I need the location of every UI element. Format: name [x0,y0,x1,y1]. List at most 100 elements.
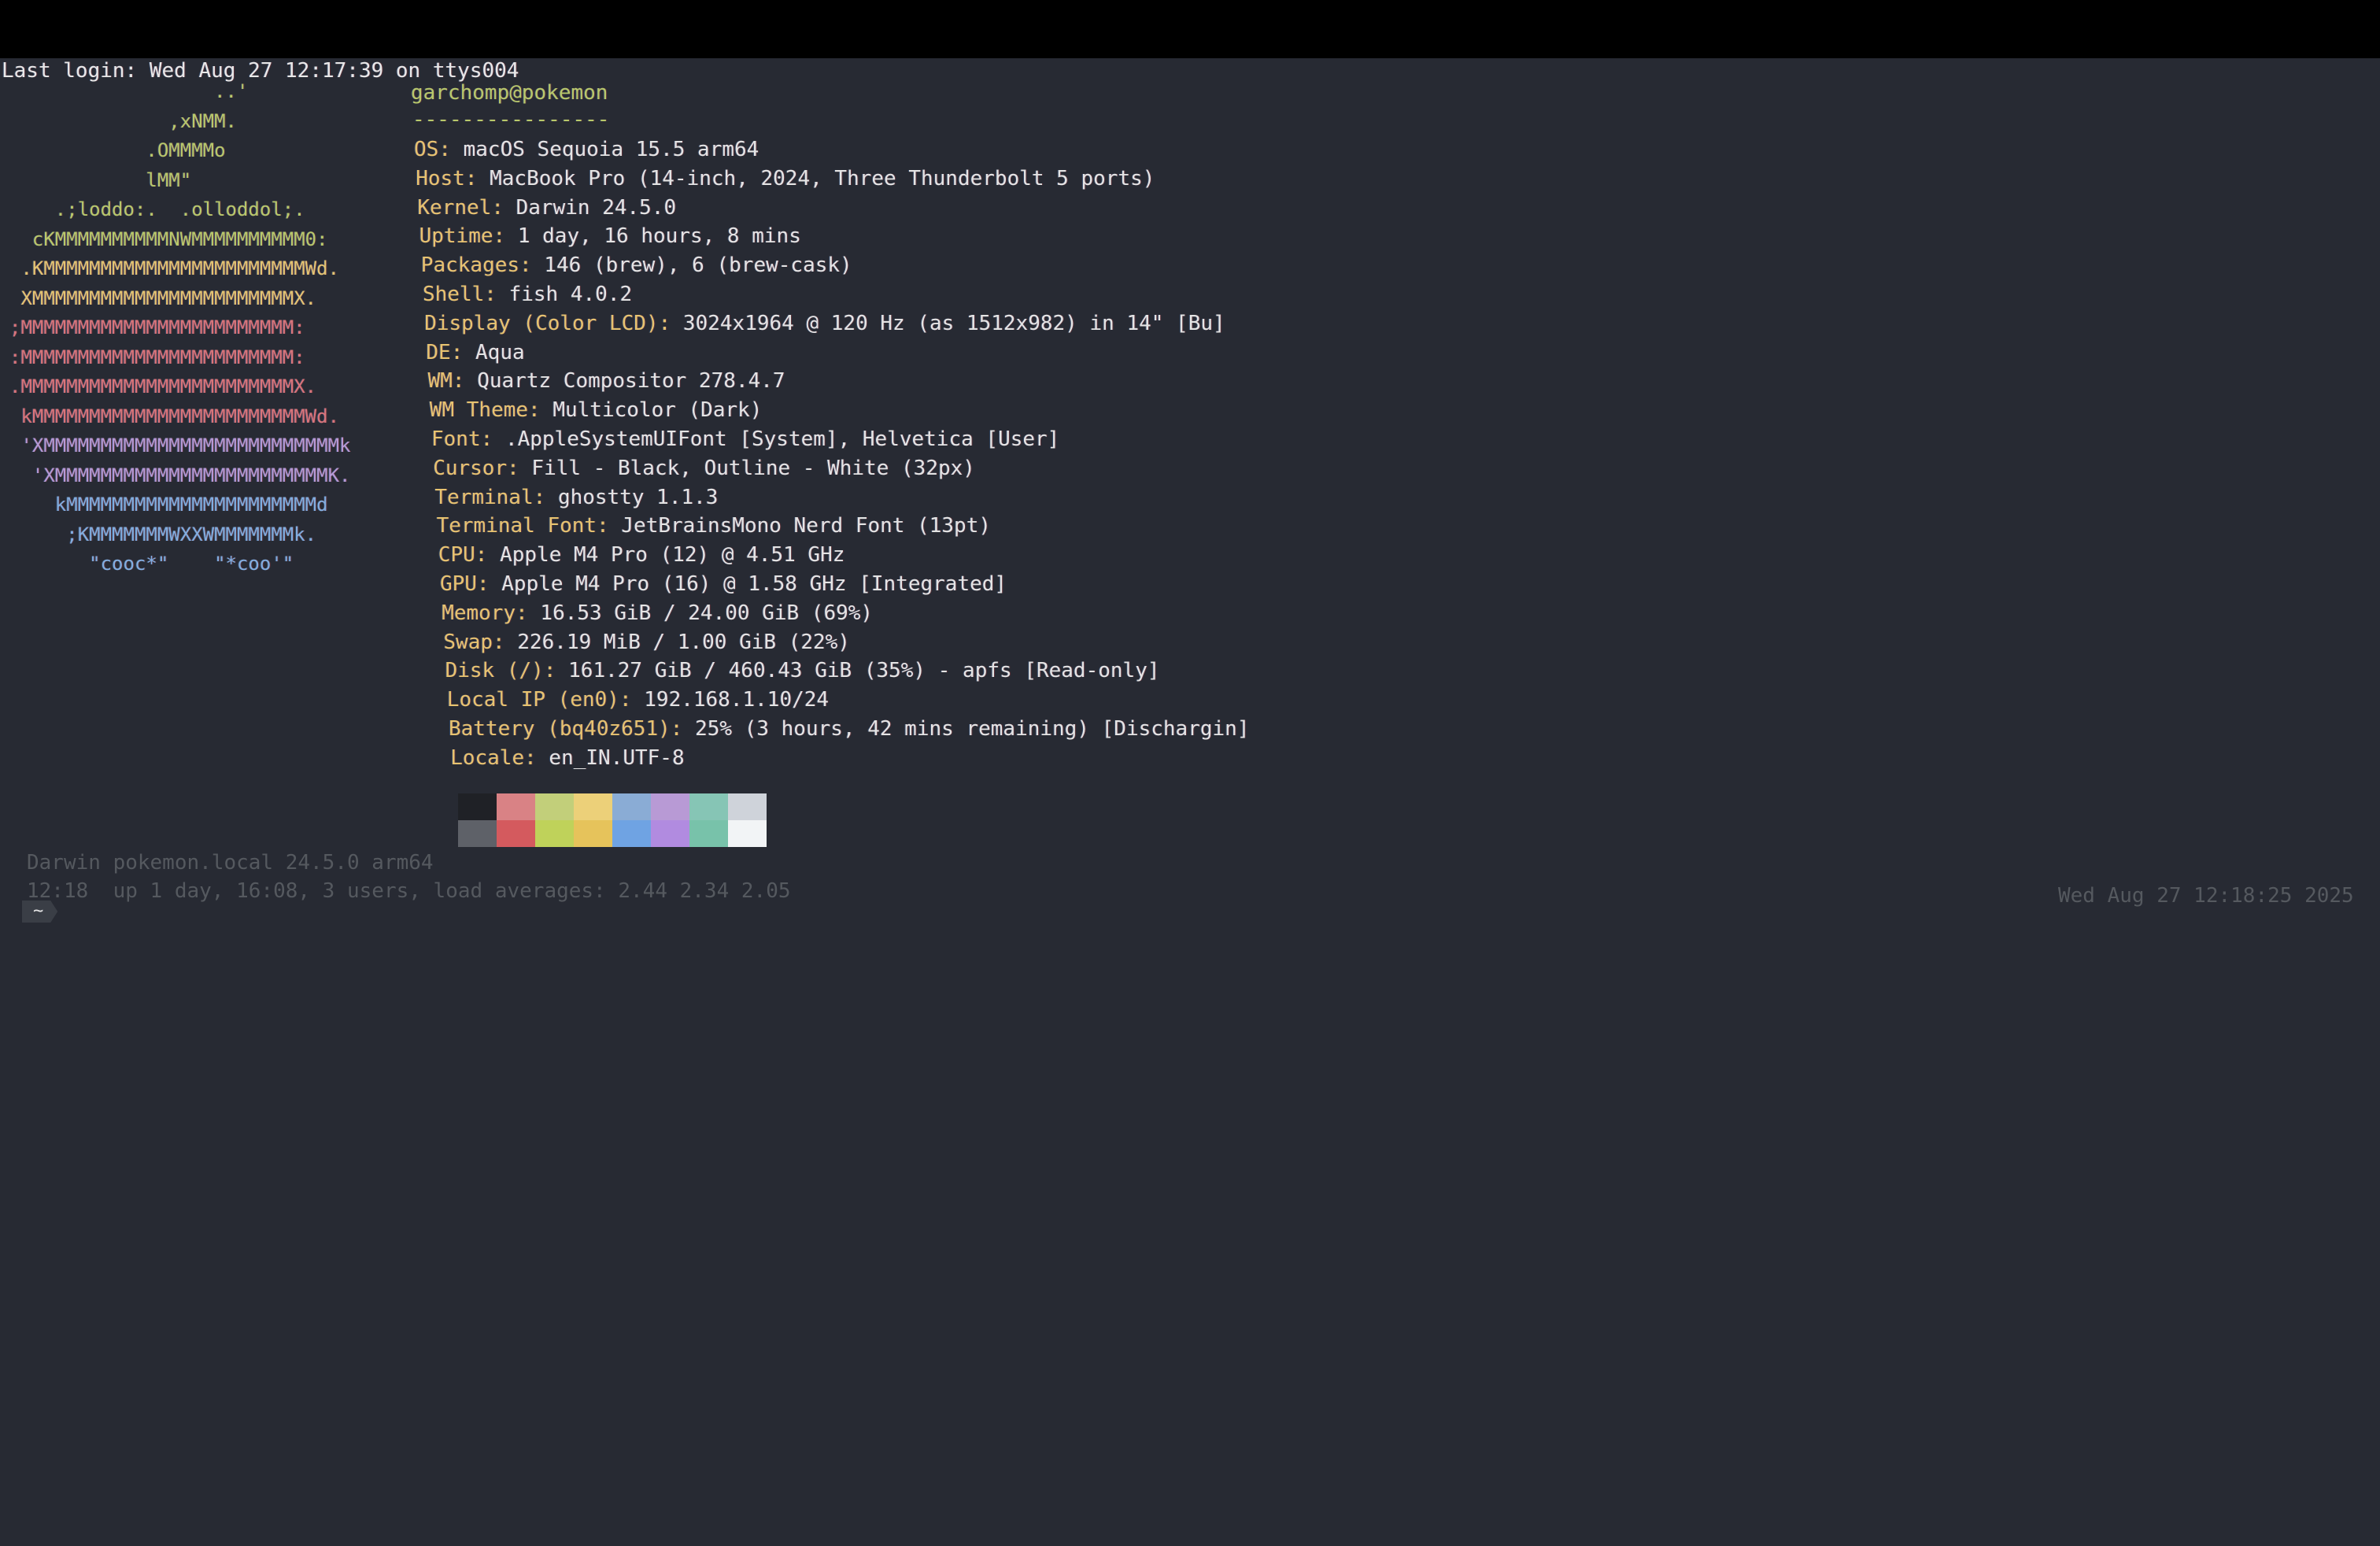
info-key: Cursor [433,456,508,480]
info-value: 146 (brew), 6 (brew-cask) [544,253,852,278]
info-key: Local IP (en0) [446,688,619,712]
info-value: en_IN.UTF-8 [549,745,685,770]
info-key: Packages [420,253,520,278]
info-value: Fill - Black, Outline - White (32px) [531,456,975,480]
info-field: Font: .AppleSystemUIFont [System], Helve… [431,427,1059,452]
info-field: Packages: 146 (brew), 6 (brew-cask) [421,253,852,278]
info-key: CPU [438,543,475,568]
info-field: WM Theme: Multicolor (Dark) [430,398,763,423]
info-field: Uptime: 1 day, 16 hours, 8 mins [419,224,801,249]
logo-row: ;KMMMMMMMWXXWMMMMMMMk. [9,523,317,546]
info-value: 192.168.1.10/24 [644,688,830,712]
info-value: 25% (3 hours, 42 mins remaining) [Discha… [695,717,1250,741]
shell-prompt[interactable]: ~ [22,901,58,923]
info-value: macOS Sequoia 15.5 arm64 [463,138,759,161]
info-field: Disk (/): 161.27 GiB / 460.43 GiB (35%) … [445,658,1160,683]
info-colon: : [491,195,516,220]
info-colon: : [464,166,490,190]
info-value: MacBook Pro (14-inch, 2024, Three Thunde… [490,166,1155,190]
info-field: Swap: 226.19 MiB / 1.00 GiB (22%) [443,630,850,655]
info-colon: : [597,514,622,538]
separator-line: ---------------- [412,107,609,132]
palette-swatch [689,793,728,820]
info-key: GPU [440,572,477,596]
logo-row: .MMMMMMMMMMMMMMMMMMMMMMMMX. [9,375,317,398]
info-key: Host [416,166,465,190]
prompt-directory: ~ [33,901,44,921]
info-key: Uptime [419,224,493,249]
info-colon: : [452,369,478,394]
info-value: Darwin 24.5.0 [516,195,677,220]
info-value: fish 4.0.2 [508,283,633,306]
info-value: Apple M4 Pro (16) @ 1.58 GHz [Integrated… [501,572,1007,596]
terminal-area[interactable]: Last login: Wed Aug 27 12:17:39 on ttys0… [0,58,2380,1546]
info-colon: : [450,340,476,364]
palette-swatch [497,793,535,820]
info-field: GPU: Apple M4 Pro (16) @ 1.58 GHz [Integ… [440,571,1007,597]
palette-swatch [689,820,728,847]
info-key: Shell [423,283,485,306]
palette-swatch [728,820,767,847]
palette-swatch [612,820,651,847]
uname-line: Darwin pokemon.local 24.5.0 arm64 [27,851,434,875]
user-host-line: garchomp@pokemon [411,80,608,105]
info-field: Display (Color LCD): 3024x1964 @ 120 Hz … [424,311,1225,336]
palette-swatch [535,793,574,820]
info-value: JetBrainsMono Nerd Font (13pt) [621,514,992,538]
info-colon: : [476,572,502,596]
logo-row: ..' [9,80,249,102]
info-field: Terminal Font: JetBrainsMono Nerd Font (… [437,513,991,538]
info-colon: : [619,688,645,712]
info-value: .AppleSystemUIFont [System], Helvetica [… [504,427,1060,451]
info-colon: : [507,456,532,480]
user-host: garchomp@pokemon [411,81,608,105]
separator: ---------------- [412,108,610,131]
info-colon: : [670,717,696,741]
info-value: Aqua [475,340,525,364]
info-value: 226.19 MiB / 1.00 GiB (22%) [517,630,850,654]
info-value: 16.53 GiB / 24.00 GiB (69%) [540,601,874,625]
window-title-bar [0,0,2380,58]
info-key: Terminal [434,485,534,509]
palette-swatch [574,820,612,847]
palette-swatch [497,820,535,847]
right-prompt-clock: Wed Aug 27 12:18:25 2025 [2058,884,2354,908]
info-colon: : [493,224,518,249]
info-colon: : [524,745,549,770]
info-key: WM Theme [429,398,529,423]
logo-row: kMMMMMMMMMMMMMMMMMMMMMMMMWd. [9,405,340,427]
info-colon: : [480,427,505,451]
palette-swatch [728,793,767,820]
info-colon: : [516,601,541,625]
info-key: Swap [443,630,493,654]
palette-swatch [458,793,497,820]
info-key: Disk (/) [445,659,544,683]
info-field: OS: macOS Sequoia 15.5 arm64 [414,137,759,162]
info-field: Local IP (en0): 192.168.1.10/24 [447,687,829,712]
info-value: 161.27 GiB / 460.43 GiB (35%) - apfs [Re… [568,659,1160,683]
info-key: Memory [442,601,516,625]
color-palette [458,793,767,847]
logo-row: 'XMMMMMMMMMMMMMMMMMMMMMMMMMMk [9,435,351,457]
info-value: ghostty 1.1.3 [557,485,719,509]
info-field: Host: MacBook Pro (14-inch, 2024, Three … [416,166,1155,191]
info-field: WM: Quartz Compositor 278.4.7 [428,368,785,394]
info-colon: : [533,485,558,509]
info-key: DE [426,340,451,364]
info-key: Kernel [417,195,492,220]
info-value: 3024x1964 @ 120 Hz (as 1512x982) in 14" … [682,311,1225,335]
logo-row: XMMMMMMMMMMMMMMMMMMMMMMMX. [9,287,317,309]
info-field: Battery (bq40z651): 25% (3 hours, 42 min… [449,716,1249,742]
logo-row: ,xNMM. [9,109,237,132]
info-field: CPU: Apple M4 Pro (12) @ 4.51 GHz [438,542,845,568]
info-key: Terminal Font [436,514,597,538]
info-value: Multicolor (Dark) [552,398,763,423]
info-key: OS [414,138,439,161]
info-colon: : [475,543,501,568]
info-value: 1 day, 16 hours, 8 mins [517,224,801,249]
info-colon: : [484,283,509,306]
logo-row: .;loddo:. .olloddol;. [9,198,305,220]
logo-row: .OMMMMo [9,139,226,161]
info-field: Cursor: Fill - Black, Outline - White (3… [433,456,975,481]
logo-row: kMMMMMMMMMMMMMMMMMMMMMMd [9,494,328,516]
